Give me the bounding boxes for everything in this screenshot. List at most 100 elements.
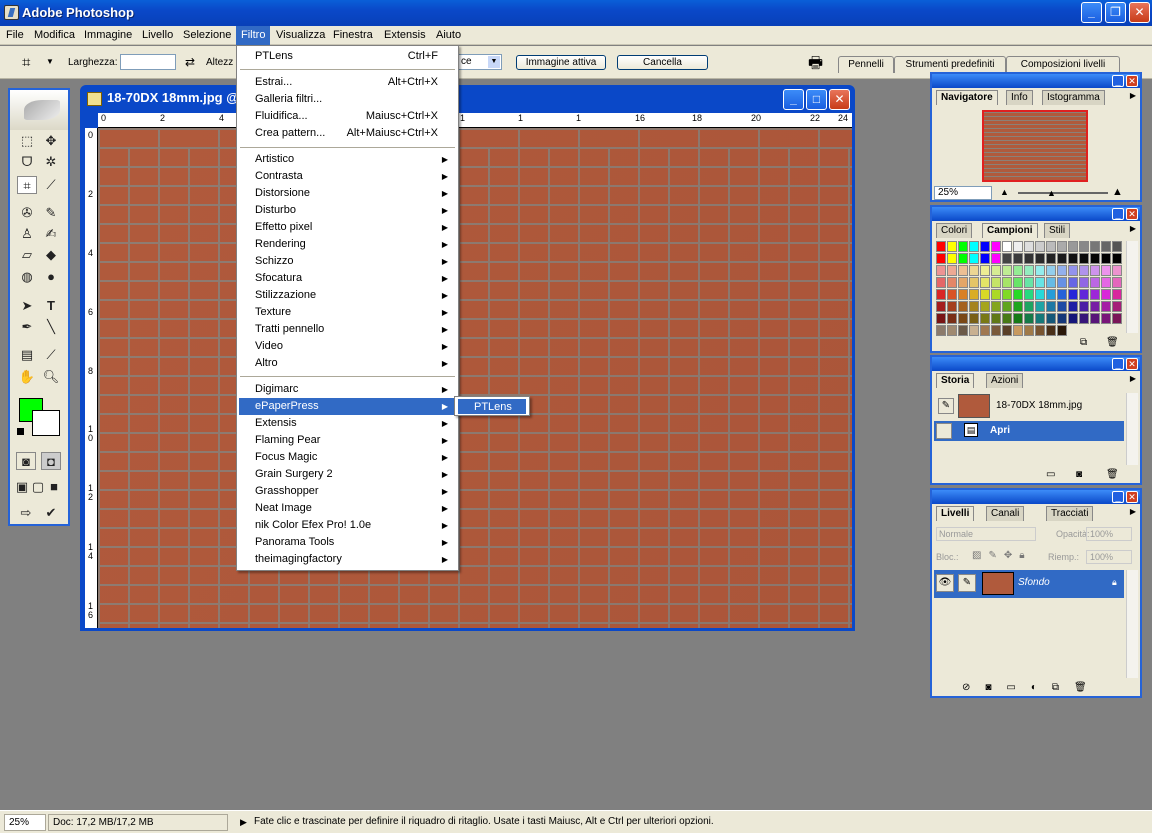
color-swatch[interactable] [991,325,1001,336]
color-swatch[interactable] [1101,241,1111,252]
navigator-thumbnail[interactable] [982,110,1088,182]
brush-tool-icon[interactable]: ✎ [41,204,61,222]
color-swatch[interactable] [1035,289,1045,300]
menu-aiuto[interactable]: Aiuto [431,26,466,45]
color-swatch[interactable] [1079,253,1089,264]
color-swatch[interactable] [1035,301,1045,312]
color-swatch[interactable] [991,289,1001,300]
color-swatch[interactable] [947,289,957,300]
menu-item-texture[interactable]: Texture ▶ [239,304,456,321]
color-swatch[interactable] [991,253,1001,264]
color-swatch[interactable] [1035,241,1045,252]
restore-button[interactable]: ❐ [1105,2,1126,23]
color-swatch[interactable] [1068,313,1078,324]
color-swatch[interactable] [1024,313,1034,324]
panel-menu-arrow-icon[interactable]: ▶ [1130,374,1136,383]
color-swatch[interactable] [936,301,946,312]
color-swatch[interactable] [1024,277,1034,288]
color-swatch[interactable] [936,253,946,264]
color-swatch[interactable] [936,265,946,276]
color-swatch[interactable] [1002,241,1012,252]
color-swatch[interactable] [1002,301,1012,312]
menu-item-altro[interactable]: Altro ▶ [239,355,456,372]
jump-to-imageready-icon[interactable]: ⇨ [16,504,36,522]
hand-tool-icon[interactable]: ✋ [17,368,37,386]
menu-item-contrasta[interactable]: Contrasta ▶ [239,168,456,185]
color-swatch[interactable] [1035,325,1045,336]
zoom-slider-thumb[interactable]: ▲ [1047,188,1056,198]
color-swatch[interactable] [991,301,1001,312]
menu-item-stilizzazione[interactable]: Stilizzazione ▶ [239,287,456,304]
history-brush-source-icon[interactable]: ✎ [938,398,954,414]
color-swatch[interactable] [1002,289,1012,300]
dodge-tool-icon[interactable]: ● [41,268,61,286]
color-swatch[interactable] [1079,301,1089,312]
color-swatch[interactable] [969,253,979,264]
lock-icons[interactable]: ▨✎✥🔒︎ [972,550,1032,561]
menu-item-tratti-pennello[interactable]: Tratti pennello ▶ [239,321,456,338]
color-swatch[interactable] [1013,241,1023,252]
color-swatch[interactable] [1046,241,1056,252]
screen-mode-full-icon[interactable]: ■ [46,478,62,496]
menu-item-sfocatura[interactable]: Sfocatura ▶ [239,270,456,287]
color-swatch[interactable] [1046,277,1056,288]
color-swatch[interactable] [1002,277,1012,288]
trash-icon[interactable]: 🗑︎ [1106,469,1119,480]
color-swatch[interactable] [1046,265,1056,276]
slice-tool-icon[interactable]: ⟋ [41,176,61,194]
color-swatch[interactable] [1057,265,1067,276]
color-swatch[interactable] [1068,253,1078,264]
color-swatch[interactable] [1112,253,1122,264]
tab-campioni[interactable]: Campioni [982,223,1038,238]
color-swatch[interactable] [1112,289,1122,300]
color-swatch[interactable] [936,277,946,288]
color-swatch[interactable] [969,265,979,276]
color-swatch[interactable] [1101,265,1111,276]
color-swatch[interactable] [947,265,957,276]
color-swatch[interactable] [991,241,1001,252]
crop-tool-icon[interactable]: ⌗ [17,176,37,194]
layer-row-sfondo[interactable]: 👁︎ ✎ Sfondo 🔒︎ [934,570,1124,598]
menu-filtro[interactable]: Filtro [236,26,271,45]
background-color-swatch[interactable] [32,410,60,436]
layers-scrollbar[interactable] [1126,570,1138,678]
color-swatch[interactable] [1057,289,1067,300]
menu-item-schizzo[interactable]: Schizzo ▶ [239,253,456,270]
color-swatch[interactable] [969,325,979,336]
default-colors-icon[interactable] [17,428,24,435]
color-swatch[interactable] [991,277,1001,288]
color-swatch[interactable] [991,265,1001,276]
color-swatch[interactable] [969,313,979,324]
menu-extensis[interactable]: Extensis [379,26,431,45]
close-button[interactable]: ✕ [1129,2,1150,23]
menu-item-rendering[interactable]: Rendering ▶ [239,236,456,253]
color-swatch[interactable] [958,277,968,288]
color-swatch[interactable] [991,313,1001,324]
color-swatch[interactable] [969,277,979,288]
palette-well-layer-comps[interactable]: Composizioni livelli [1006,56,1120,73]
layer-brush-icon[interactable]: ✎ [958,574,976,592]
menu-item-grain-surgery[interactable]: Grain Surgery 2 ▶ [239,466,456,483]
color-swatch[interactable] [1057,241,1067,252]
panel-minimize-icon[interactable]: _ [1112,75,1124,87]
color-swatch[interactable] [1090,265,1100,276]
marquee-tool-icon[interactable]: ⬚ [17,132,37,150]
color-swatch[interactable] [936,325,946,336]
menu-item-fluidifica[interactable]: Fluidifica... Maiusc+Ctrl+X [239,108,456,125]
color-swatch[interactable] [1079,313,1089,324]
menu-file[interactable]: File [1,26,29,45]
tool-preset-arrow-icon[interactable]: ▼ [46,57,54,66]
width-input[interactable] [120,54,176,70]
menu-item-estrai[interactable]: Estrai... Alt+Ctrl+X [239,74,456,91]
color-swatch[interactable] [1046,253,1056,264]
color-swatch[interactable] [936,289,946,300]
color-swatch[interactable] [1068,301,1078,312]
clear-button[interactable]: Cancella [617,55,708,70]
menu-item-focus-magic[interactable]: Focus Magic ▶ [239,449,456,466]
brick-wall-image[interactable] [98,128,852,628]
color-swatch[interactable] [1112,313,1122,324]
color-swatch[interactable] [1013,265,1023,276]
toolbox-header[interactable] [10,90,68,130]
color-swatch[interactable] [980,325,990,336]
color-swatch[interactable] [1002,265,1012,276]
